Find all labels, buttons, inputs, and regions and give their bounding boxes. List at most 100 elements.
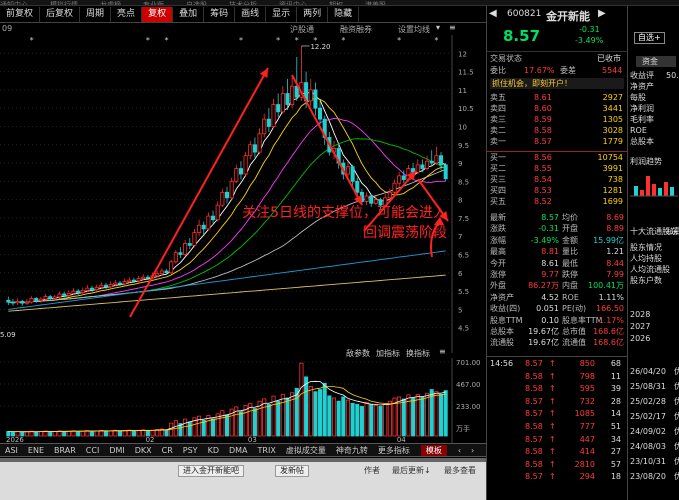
y-tick-label: 9 [458, 160, 462, 168]
quote-grid: 最新 8.57 均价 8.69 涨跌 -0.31 开盘 8.89 涨幅 -3.49% 金额 15.99… [487, 212, 627, 352]
toolbar-button[interactable]: 前复权 [0, 6, 41, 22]
indicator-tab[interactable]: ASI [0, 446, 23, 455]
quote-label: 流通值 [562, 338, 586, 348]
toolbar-button[interactable]: 后复权 [40, 6, 81, 22]
candle-body [34, 298, 39, 302]
scroll-right-icon[interactable]: › [466, 446, 479, 455]
buy-level-volume: 738 [607, 175, 623, 184]
toolbar-button[interactable]: 亮点 [111, 6, 143, 22]
trade-volume: 777 [579, 422, 595, 431]
candle-body [192, 232, 197, 246]
template-tab[interactable]: 模板 [420, 444, 447, 456]
forum-strip: 进入金开新能吧 发新帖 作者 最后更新↓ 最多查看 [0, 462, 486, 500]
forecast-year: 2027 [630, 322, 651, 331]
toolbar-button[interactable]: 显示 [266, 6, 298, 22]
trade-price: 8.58 [525, 422, 543, 431]
volume-bar [90, 430, 95, 437]
indicator-tab[interactable]: DKX [130, 446, 157, 455]
toolbar-button[interactable]: 周期 [80, 6, 112, 22]
chevron-down-icon[interactable]: ▾ [436, 23, 440, 32]
kline-chart[interactable]: 12 11.5 11 10.5 10 9.5 9 8.5 8 7.5 7 6.5 6 5.5 5 4.5 * * *… [0, 35, 486, 353]
side-label[interactable]: 人均持股 [630, 253, 662, 264]
quote-value: 15.99亿 [593, 235, 624, 245]
record-date[interactable]: 25/02/17 [630, 411, 666, 422]
volume-bar [387, 400, 392, 437]
indicator-tab[interactable]: 虚拟成交量 [281, 445, 331, 456]
toolbar-button[interactable]: 隐藏 [328, 6, 360, 22]
buy-level-volume: 1281 [602, 186, 623, 195]
indicator-tab[interactable]: DMI [104, 446, 129, 455]
indicator-tab[interactable]: 更多指标 [373, 445, 415, 456]
candle-body [197, 224, 202, 233]
candle-body [117, 282, 123, 285]
record-date[interactable]: 25/02/28 [630, 396, 666, 407]
volume-bar [318, 389, 323, 437]
candle-body [425, 160, 430, 169]
toolbar-button[interactable]: 两列 [297, 6, 329, 22]
indicator-tab[interactable]: KD [203, 446, 224, 455]
tab-hsgt[interactable]: 沪股通 [290, 24, 314, 35]
trade-volume: 447 [579, 434, 595, 444]
trade-time: 14:56 [490, 359, 514, 368]
candle-body [127, 279, 132, 282]
record-date[interactable]: 24/08/03 [630, 441, 666, 452]
side-label[interactable]: 人均流通股 [630, 264, 670, 275]
indicator-tab[interactable]: 神奇九转 [331, 445, 373, 456]
side-label[interactable]: 股东情况 [630, 242, 662, 253]
menu-icon[interactable]: ≡ [449, 23, 456, 32]
candle-body [229, 180, 234, 199]
record-date[interactable]: 23/08/20 [630, 471, 666, 482]
y-tick-label: 8.5 [458, 178, 469, 186]
sell-level-label: 卖四 [490, 104, 506, 113]
scroll-left-icon[interactable]: ‹ [453, 446, 466, 455]
side-label[interactable]: 股东户数 [630, 275, 662, 286]
trade-price: 8.58 [525, 384, 543, 394]
menu-icon[interactable]: ≡ [439, 347, 446, 356]
toolbar-button[interactable]: 筹码 [204, 6, 236, 22]
side-tab[interactable]: 资金 [636, 56, 676, 67]
indicator-tab[interactable]: CCI [81, 446, 105, 455]
volume-chart[interactable]: 701.00467.00233.00万手2026 02 03 04 [0, 358, 486, 444]
record-date[interactable]: 26/04/20 [630, 366, 666, 377]
promo-banner[interactable]: 抓住机会，即刻开户！ [490, 78, 624, 89]
volume-bar [415, 393, 420, 437]
trade-volume: 1085 [574, 409, 595, 419]
candle-body [364, 195, 369, 202]
candle-body [131, 279, 136, 282]
side-label: 净资产 [630, 82, 654, 91]
indicator-tab[interactable]: BRAR [49, 446, 81, 455]
y-tick-label: 4.5 [458, 325, 469, 333]
trade-count: 51 [610, 422, 621, 431]
enter-forum-button[interactable]: 进入金开新能吧 [178, 465, 244, 477]
candle-body [387, 191, 392, 199]
order-ratio-value: 17.67% [524, 66, 555, 75]
trend-bar [670, 187, 674, 196]
indicator-tab[interactable]: CR [157, 446, 178, 455]
toolbar-button[interactable]: 画线 [235, 6, 267, 22]
record-date[interactable]: 24/09/02 [630, 426, 666, 437]
prev-arrow-icon[interactable]: ◀ [489, 8, 497, 19]
y-tick-label: 7 [458, 233, 462, 241]
side-tab-label: 资金 [642, 57, 658, 66]
indicator-tab[interactable]: TRIX [253, 446, 281, 455]
candle-body [29, 298, 34, 303]
candle-body [308, 89, 313, 102]
tab-margin[interactable]: 融资融券 [340, 24, 372, 35]
toolbar-button[interactable]: 复权 [142, 6, 174, 22]
more-view-link[interactable]: 最多查看 [444, 465, 476, 476]
candle-body [145, 276, 150, 279]
new-post-button[interactable]: 发新帖 [275, 465, 309, 477]
quote-label: 量比 [562, 247, 578, 257]
next-arrow-icon[interactable]: ▶ [598, 8, 606, 19]
indicator-tab[interactable]: ENE [23, 446, 49, 455]
indicator-tab[interactable]: DMA [224, 446, 253, 455]
record-date[interactable]: 23/10/31 [630, 456, 666, 467]
latest-update-sort[interactable]: 最后更新↓ [392, 465, 431, 476]
record-date[interactable]: 25/08/31 [630, 381, 666, 392]
tab-set-ma[interactable]: 设置均线 [398, 24, 430, 35]
volume-bar [313, 391, 318, 437]
candle-body [234, 168, 239, 182]
indicator-tab[interactable]: PSY [178, 446, 203, 455]
quote-value: -3.49% [530, 235, 559, 245]
toolbar-button[interactable]: 叠加 [173, 6, 205, 22]
